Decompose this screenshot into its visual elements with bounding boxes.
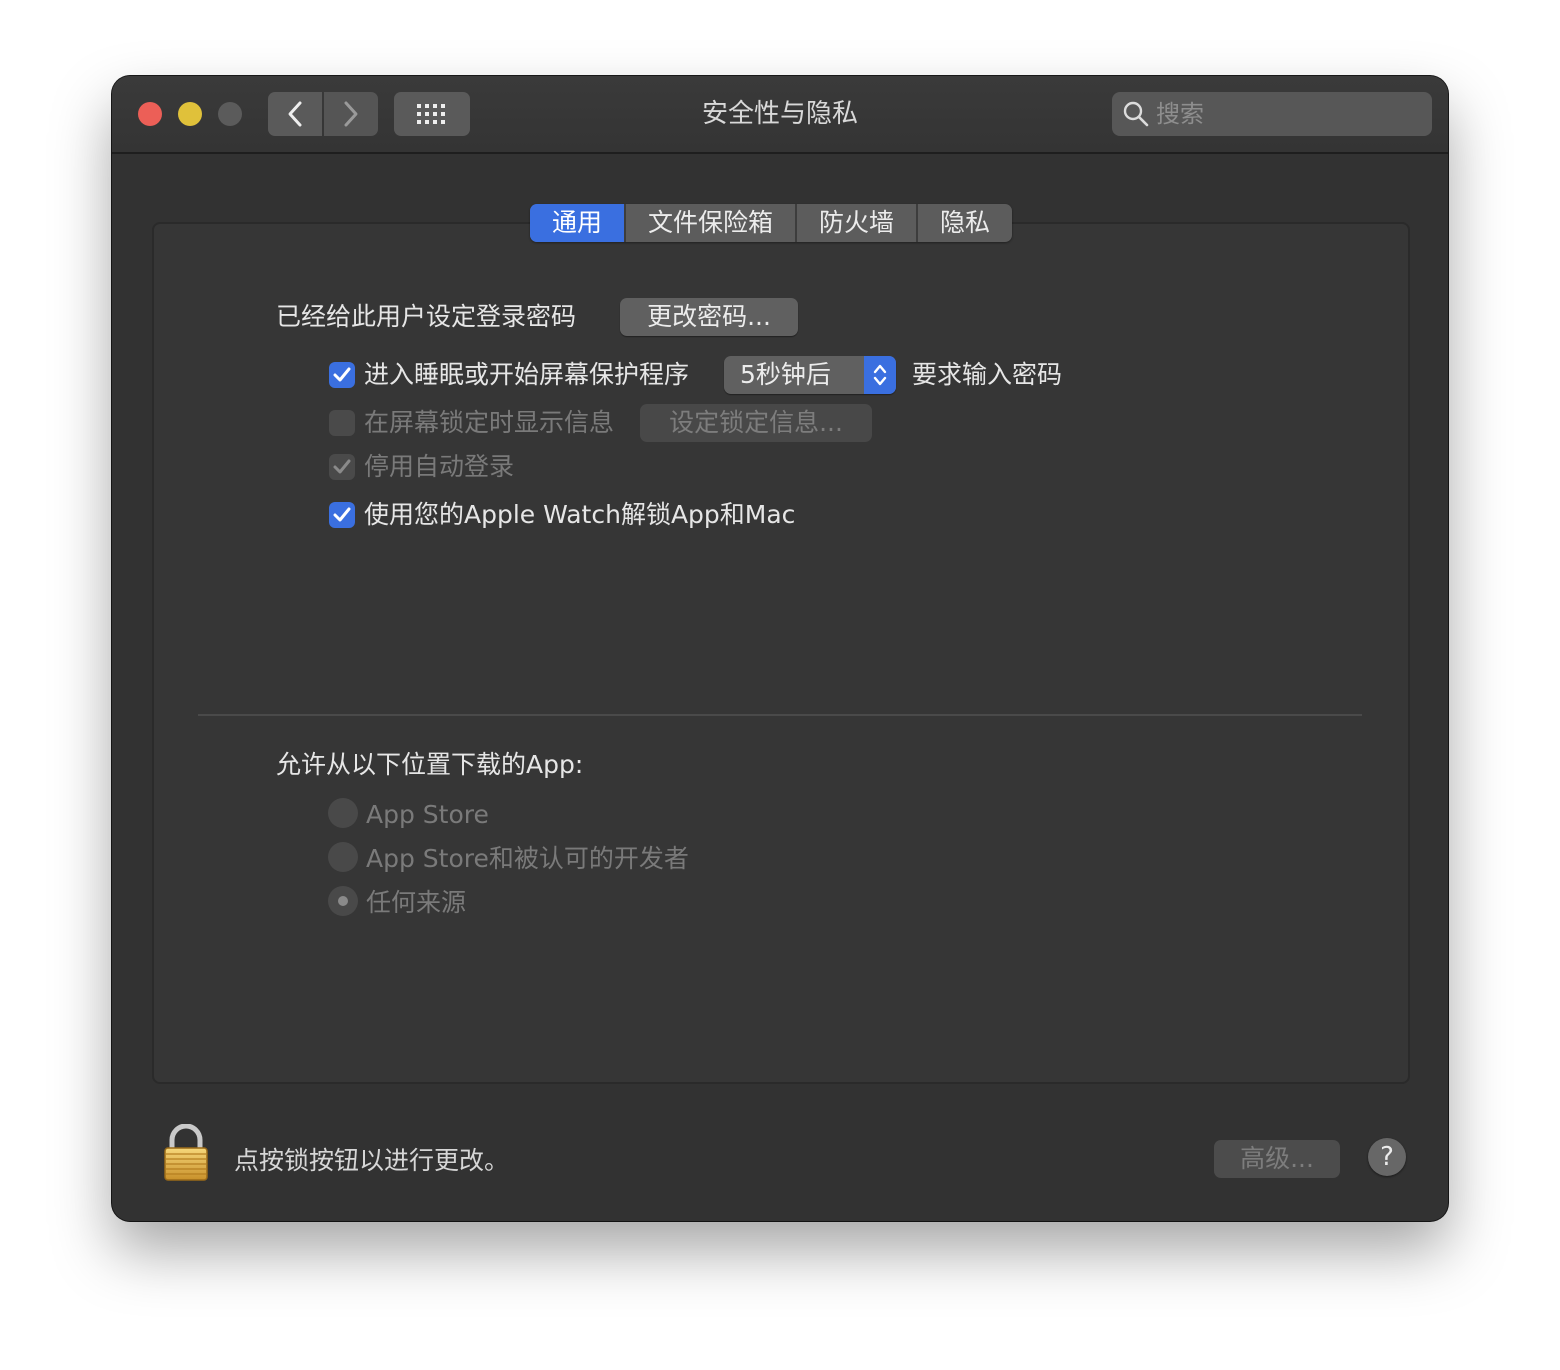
radio-app-store-identified[interactable] (328, 842, 358, 872)
chevron-right-icon (344, 101, 358, 127)
section-divider (198, 714, 1362, 716)
chevron-left-icon (288, 101, 302, 127)
require-password-checkbox[interactable] (329, 362, 355, 388)
tab-firewall[interactable]: 防火墙 (795, 204, 916, 242)
checkmark-icon (333, 367, 351, 382)
lock-message-label: 在屏幕锁定时显示信息 (364, 408, 615, 437)
magnifier-icon (1123, 101, 1149, 127)
chevron-up-down-icon (873, 364, 887, 386)
grid-icon (417, 104, 445, 124)
padlock-icon (164, 1123, 208, 1181)
radio-anywhere[interactable] (328, 886, 358, 916)
select-arrows (864, 356, 896, 394)
set-lock-message-button[interactable]: 设定锁定信息... (640, 404, 872, 442)
help-button[interactable]: ? (1368, 1138, 1406, 1176)
title-bar: 安全性与隐私 (112, 76, 1448, 154)
back-button[interactable] (268, 92, 322, 136)
tab-privacy[interactable]: 隐私 (916, 204, 1012, 242)
advanced-button[interactable]: 高级... (1214, 1140, 1340, 1178)
apple-watch-unlock-label: 使用您的Apple Watch解锁App和Mac (364, 500, 796, 529)
show-all-button[interactable] (394, 92, 470, 136)
tab-content-panel (152, 222, 1410, 1084)
password-delay-select[interactable]: 5秒钟后 (724, 356, 896, 394)
require-password-suffix: 要求输入密码 (912, 360, 1063, 389)
require-password-label: 进入睡眠或开始屏幕保护程序 (364, 360, 690, 389)
apple-watch-unlock-checkbox[interactable] (329, 502, 355, 528)
password-status-label: 已经给此用户设定登录密码 (276, 302, 577, 331)
radio-app-store[interactable] (328, 798, 358, 828)
preferences-window: 安全性与隐私 通用 文件保险箱 防火墙 隐私 已经给此用户设定登录密码 更改密码… (112, 76, 1448, 1221)
window-title: 安全性与隐私 (701, 99, 858, 129)
disable-auto-login-label: 停用自动登录 (364, 452, 515, 481)
radio-app-store-label: App Store (366, 800, 489, 829)
zoom-button (218, 102, 242, 126)
lock-button[interactable] (162, 1123, 210, 1186)
forward-button[interactable] (324, 92, 378, 136)
close-button[interactable] (138, 102, 162, 126)
radio-app-store-identified-label: App Store和被认可的开发者 (366, 844, 689, 873)
downloads-heading: 允许从以下位置下载的App: (276, 750, 584, 779)
checkmark-icon (333, 507, 351, 522)
tab-general[interactable]: 通用 (530, 204, 625, 242)
radio-selected-dot (338, 896, 348, 906)
lock-message-checkbox[interactable] (329, 410, 355, 436)
tab-bar: 通用 文件保险箱 防火墙 隐私 (530, 204, 1013, 242)
disable-auto-login-checkbox[interactable] (329, 454, 355, 480)
minimize-button[interactable] (178, 102, 202, 126)
password-delay-value: 5秒钟后 (740, 360, 831, 389)
search-field[interactable] (1112, 92, 1432, 136)
change-password-button[interactable]: 更改密码... (620, 298, 798, 336)
checkmark-icon (333, 459, 351, 474)
radio-anywhere-label: 任何来源 (366, 888, 467, 917)
search-input[interactable] (1156, 92, 1416, 136)
lock-instructions: 点按锁按钮以进行更改。 (234, 1146, 510, 1175)
tab-filevault[interactable]: 文件保险箱 (624, 204, 795, 242)
